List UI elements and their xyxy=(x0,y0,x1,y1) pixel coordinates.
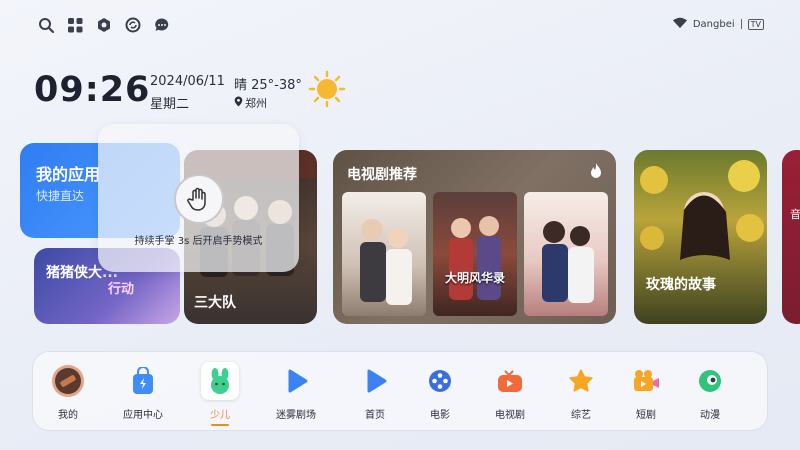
poster-drama-2-title: 大明风华录 xyxy=(444,271,505,285)
city-name: 郑州 xyxy=(245,97,267,110)
rose-poster-art xyxy=(640,160,764,260)
zzx-title-tail: 行动 xyxy=(108,282,135,297)
shopping-bag-icon xyxy=(124,362,162,400)
film-reel-icon xyxy=(421,362,459,400)
bottom-nav-bar: 我的 应用中心 少儿 迷雾剧场 首页 电影 电视剧 综艺 短剧 动漫 xyxy=(33,352,767,430)
city-location: 郑州 xyxy=(234,95,267,111)
brand-name: Dangbei xyxy=(692,18,735,30)
apps-grid-icon[interactable] xyxy=(66,16,84,34)
play-icon xyxy=(277,362,315,400)
brand-area: Dangbei TV xyxy=(672,17,764,31)
nav-item-mine[interactable]: 我的 xyxy=(33,362,103,421)
star-icon xyxy=(562,362,600,400)
edge-card-label: 音 xyxy=(790,208,800,221)
nav-item-movie[interactable]: 电影 xyxy=(405,362,475,421)
rose-story-title: 玫瑰的故事 xyxy=(646,277,716,293)
settings-icon[interactable] xyxy=(95,16,113,34)
nav-item-mystery-theater[interactable]: 迷雾剧场 xyxy=(261,362,331,421)
refresh-icon[interactable] xyxy=(124,16,142,34)
nav-label-app-center: 应用中心 xyxy=(123,410,163,421)
video-camera-icon xyxy=(627,362,665,400)
anime-face-icon xyxy=(691,362,729,400)
nav-item-variety[interactable]: 综艺 xyxy=(546,362,616,421)
poster-drama-1[interactable] xyxy=(342,192,426,316)
nav-active-indicator xyxy=(211,424,229,426)
nav-item-short-drama[interactable]: 短剧 xyxy=(611,362,681,421)
nav-label-mystery-theater: 迷雾剧场 xyxy=(276,410,316,421)
avatar-icon xyxy=(49,362,87,400)
brand-divider xyxy=(740,19,742,29)
tv-icon xyxy=(491,362,529,400)
date-text: 2024/06/11 xyxy=(150,74,225,89)
nav-label-anime: 动漫 xyxy=(700,410,720,421)
nav-item-kids[interactable]: 少儿 xyxy=(185,362,255,421)
edge-card-partial[interactable]: 音 xyxy=(782,150,800,324)
fire-icon xyxy=(588,162,604,184)
bunny-icon xyxy=(201,362,239,400)
hand-palm-icon xyxy=(174,174,224,224)
nav-label-kids: 少儿 xyxy=(210,410,230,421)
my-apps-subtitle: 快捷直达 xyxy=(36,189,85,203)
poster-drama-3[interactable] xyxy=(524,192,608,316)
nav-label-movie: 电影 xyxy=(430,410,450,421)
rose-story-card[interactable]: 玫瑰的故事 xyxy=(634,150,767,324)
nav-label-home: 首页 xyxy=(365,410,385,421)
play-icon xyxy=(356,362,394,400)
weekday-text: 星期二 xyxy=(150,97,190,112)
brand-tv-logo: TV xyxy=(747,18,764,30)
nav-item-anime[interactable]: 动漫 xyxy=(675,362,745,421)
poster-drama-2[interactable]: 大明风华录 xyxy=(433,192,517,316)
wifi-icon xyxy=(672,17,687,31)
nav-item-home[interactable]: 首页 xyxy=(340,362,410,421)
message-icon[interactable] xyxy=(153,16,171,34)
nav-label-short-drama: 短剧 xyxy=(636,410,656,421)
my-apps-title: 我的应用 xyxy=(36,165,101,184)
sdd-title: 三大队 xyxy=(194,295,236,311)
search-icon[interactable] xyxy=(37,16,55,34)
sun-icon xyxy=(308,70,346,108)
weather-text: 晴 25°-38° xyxy=(234,78,302,93)
tv-recommend-title: 电视剧推荐 xyxy=(347,167,417,183)
tv-recommend-card[interactable]: 电视剧推荐 大明风华录 xyxy=(333,150,616,324)
nav-item-tv-series[interactable]: 电视剧 xyxy=(475,362,545,421)
gesture-hint-overlay: 持续手掌 3s 后开启手势模式 xyxy=(98,124,299,272)
clock-time: 09:26 xyxy=(34,70,151,110)
nav-label-tv-series: 电视剧 xyxy=(495,410,525,421)
nav-label-variety: 综艺 xyxy=(571,410,591,421)
gesture-hint-text: 持续手掌 3s 后开启手势模式 xyxy=(134,236,263,247)
nav-item-app-center[interactable]: 应用中心 xyxy=(108,362,178,421)
location-pin-icon xyxy=(234,96,243,110)
nav-label-mine: 我的 xyxy=(58,410,78,421)
